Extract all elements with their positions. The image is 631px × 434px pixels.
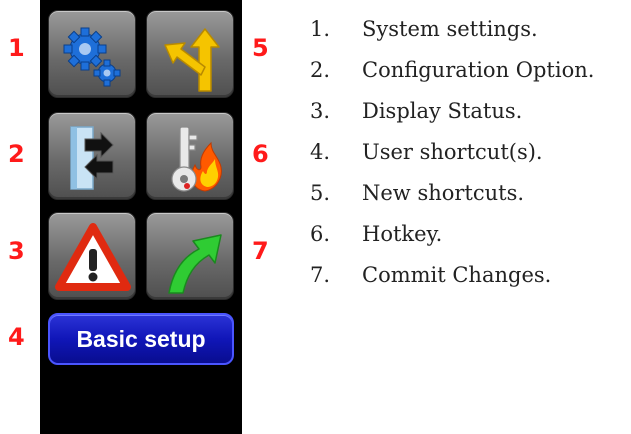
legend-text: User shortcut(s).	[362, 139, 543, 164]
basic-setup-button[interactable]: Basic setup	[48, 313, 234, 365]
legend-text: New shortcuts.	[362, 180, 525, 205]
callout-number-3: 3	[8, 237, 25, 265]
legend-index: 7.	[310, 262, 331, 287]
gears-icon	[63, 27, 121, 87]
legend-index: 6.	[310, 221, 331, 246]
configuration-option-button[interactable]	[48, 112, 136, 200]
legend-index: 4.	[310, 139, 331, 164]
legend-item: 4. User shortcut(s).	[310, 131, 594, 172]
transfer-arrows-icon	[70, 126, 114, 190]
legend-item: 6. Hotkey.	[310, 213, 594, 254]
callout-number-6: 6	[252, 140, 269, 168]
split-arrow-icon	[164, 28, 220, 92]
legend-item: 5. New shortcuts.	[310, 172, 594, 213]
legend-item: 3. Display Status.	[310, 90, 594, 131]
legend-index: 3.	[310, 98, 331, 123]
system-settings-button[interactable]	[48, 10, 136, 98]
warning-icon	[55, 223, 131, 291]
hotkey-button[interactable]	[146, 112, 234, 200]
callout-number-2: 2	[8, 140, 25, 168]
new-shortcuts-button[interactable]	[146, 10, 234, 98]
legend-index: 5.	[310, 180, 331, 205]
callout-number-4: 4	[8, 323, 25, 351]
legend-text: Hotkey.	[362, 221, 443, 246]
legend-item: 7. Commit Changes.	[310, 254, 594, 295]
display-status-button[interactable]	[48, 212, 136, 300]
legend-item: 2. Configuration Option.	[310, 49, 594, 90]
legend-index: 1.	[310, 16, 331, 41]
legend-text: Commit Changes.	[362, 262, 552, 287]
legend-index: 2.	[310, 57, 331, 82]
legend-text: Configuration Option.	[362, 57, 595, 82]
callout-number-7: 7	[252, 237, 269, 265]
callout-number-5: 5	[252, 34, 269, 62]
callout-number-1: 1	[8, 34, 25, 62]
legend-text: System settings.	[362, 16, 538, 41]
legend-item: 1. System settings.	[310, 8, 594, 49]
commit-changes-button[interactable]	[146, 212, 234, 300]
green-arrow-icon	[168, 234, 222, 294]
key-fire-icon	[171, 126, 222, 192]
legend-list: 1. System settings. 2. Configuration Optio…	[310, 8, 594, 295]
legend-text: Display Status.	[362, 98, 523, 123]
